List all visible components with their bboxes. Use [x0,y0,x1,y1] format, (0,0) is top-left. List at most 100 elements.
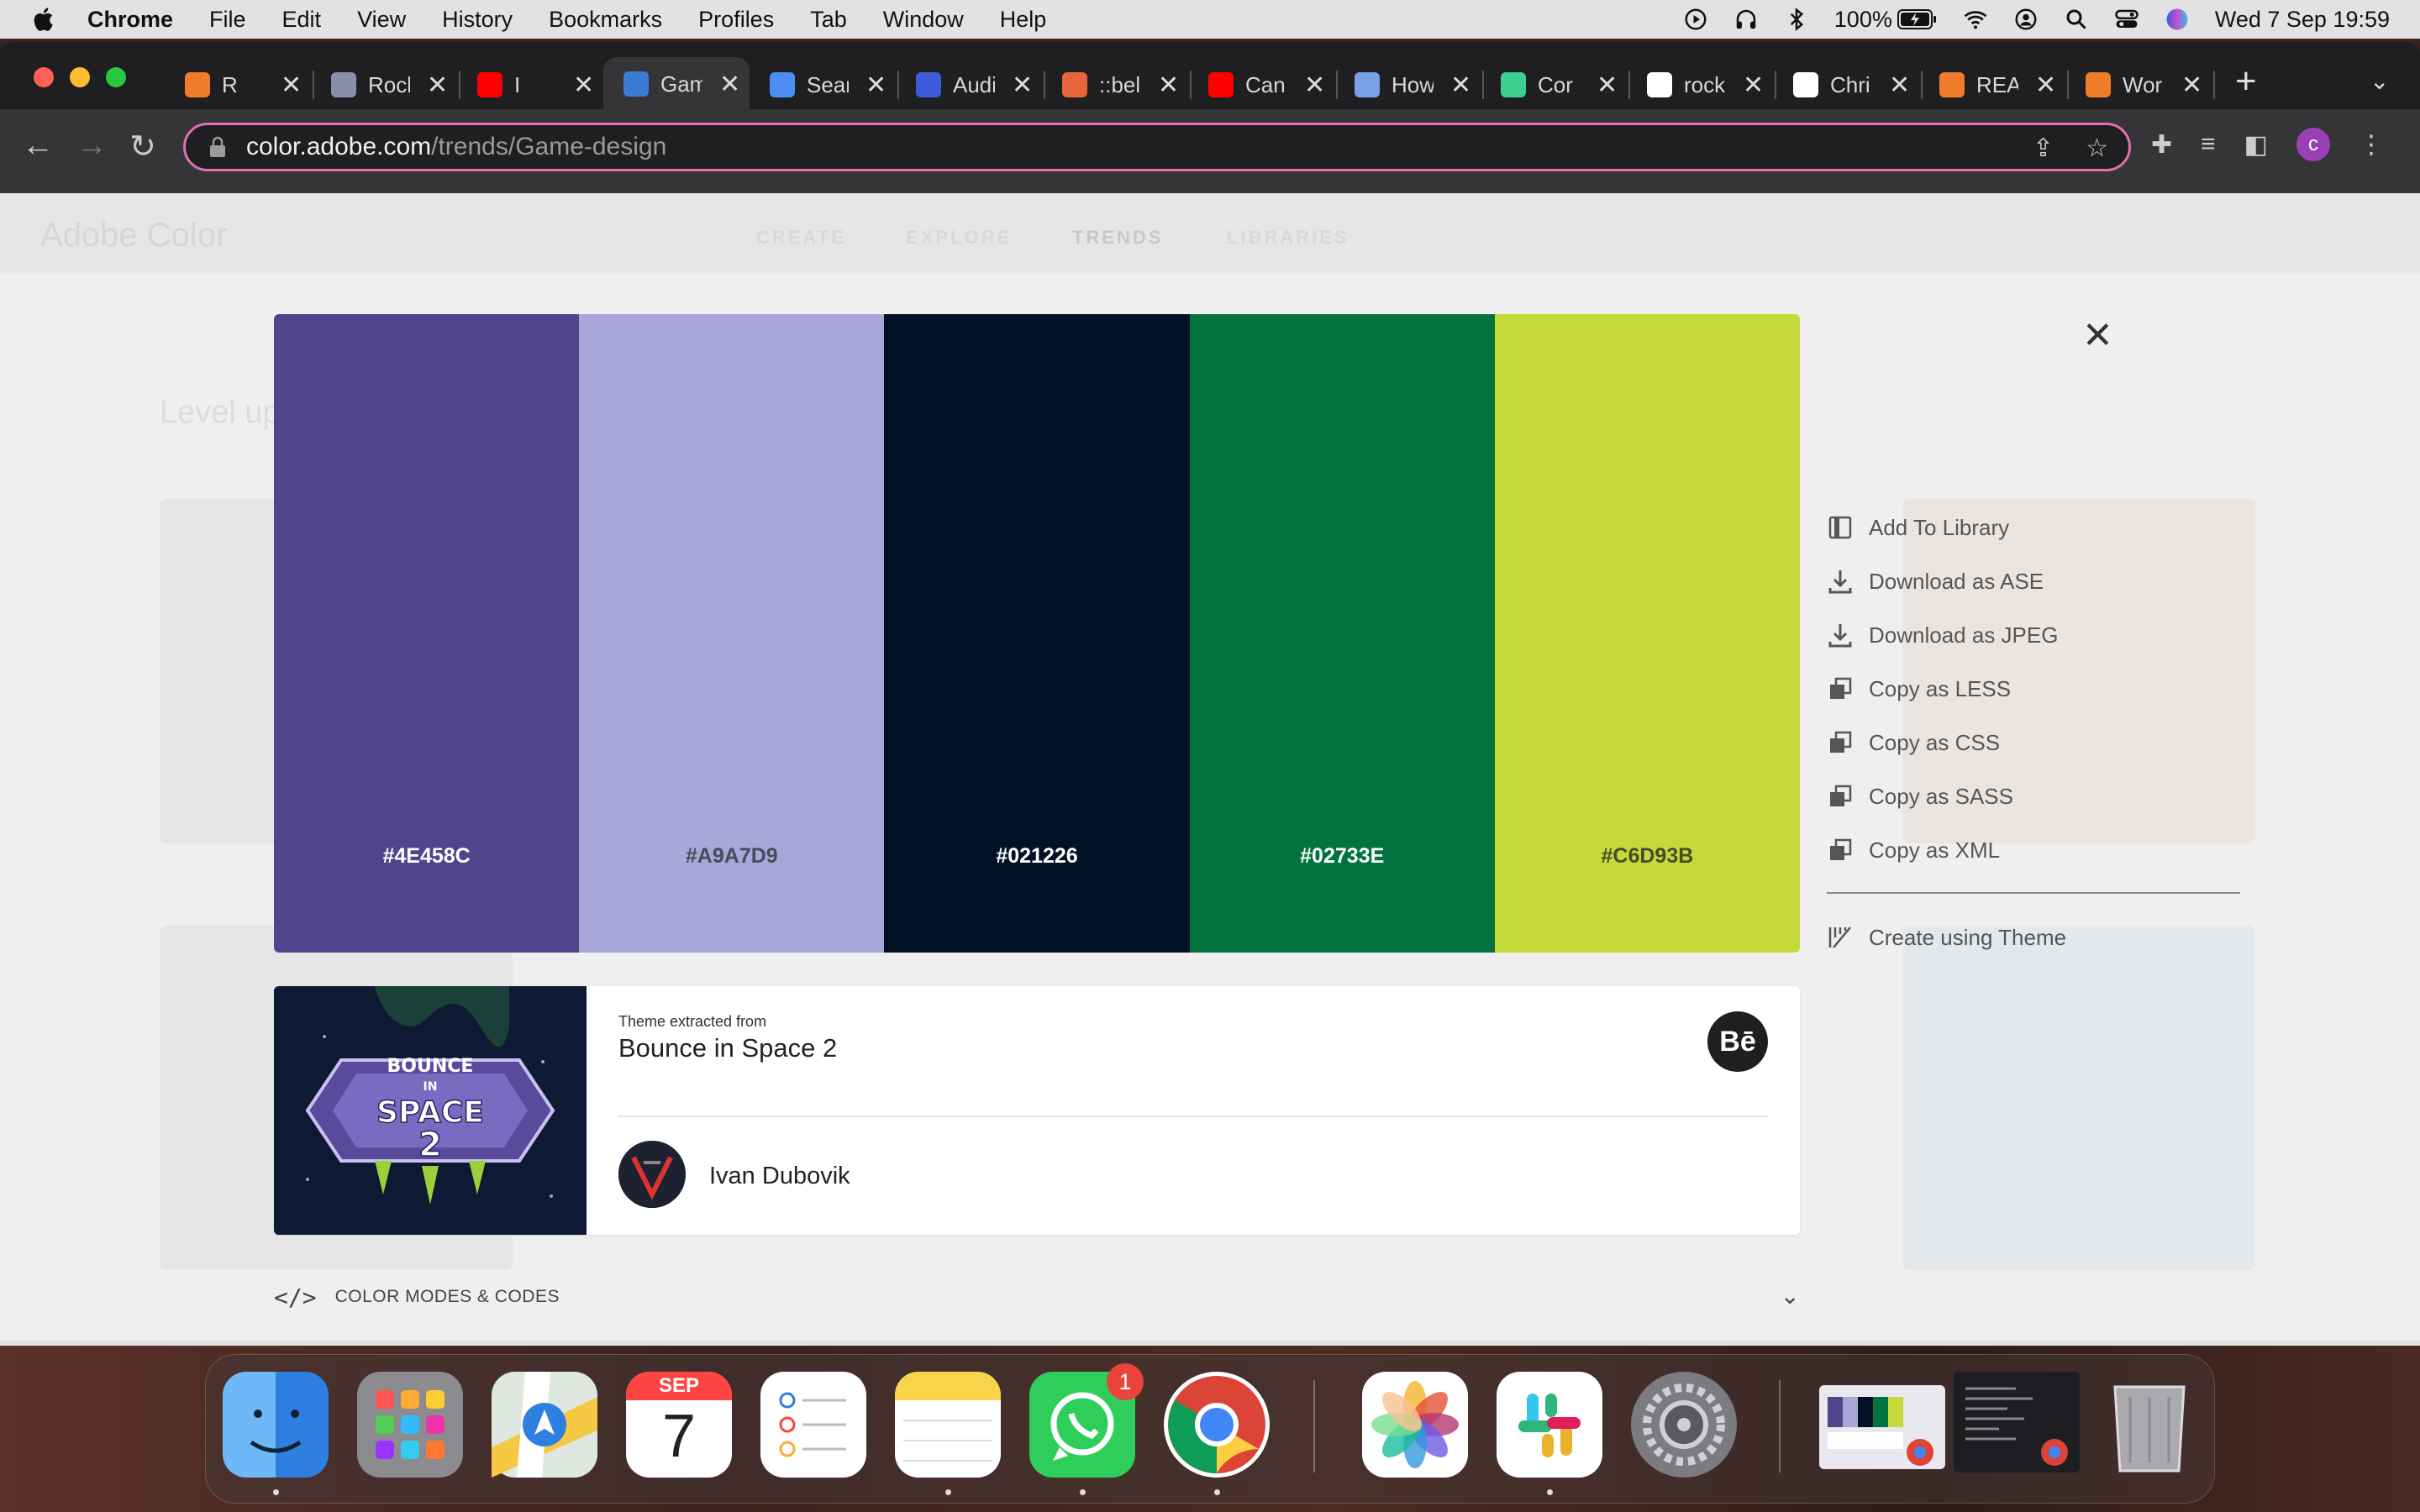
menu-app-name[interactable]: Chrome [87,7,173,33]
new-tab-button[interactable]: + [2235,60,2257,102]
tab-close-icon[interactable]: ✕ [865,71,886,100]
url-text[interactable]: color.adobe.com/trends/Game-design [246,133,666,161]
launchpad-icon[interactable] [357,1372,463,1478]
add-to-library-button[interactable]: Add To Library [1827,501,2240,554]
menu-window[interactable]: Window [883,7,964,33]
profile-avatar[interactable]: c [2296,128,2331,161]
tab-close-icon[interactable]: ✕ [2035,71,2056,100]
color-swatch[interactable]: #021226 [884,314,1190,953]
project-title[interactable]: Bounce in Space 2 [618,1033,837,1063]
swatch-hex[interactable]: #4E458C [274,844,579,869]
tab-close-icon[interactable]: ✕ [1450,71,1471,100]
tab[interactable]: Cor ✕ [1481,59,1630,111]
side-panel-icon[interactable]: ◧ [2244,130,2268,160]
tab[interactable]: ::bel ✕ [1042,59,1192,111]
swatch-hex[interactable]: #021226 [884,844,1189,869]
color-modes-toggle[interactable]: </> COLOR MODES & CODES ⌄ [274,1280,1800,1314]
swatch-hex[interactable]: #C6D93B [1495,844,1800,869]
reminders-icon[interactable] [760,1372,866,1478]
apple-icon[interactable] [30,5,59,34]
color-swatch[interactable]: #4E458C [274,314,580,953]
tab-close-icon[interactable]: ✕ [1889,71,1910,100]
tab[interactable]: Audi ✕ [896,59,1045,111]
tab-close-icon[interactable]: ✕ [1304,71,1325,100]
chrome-menu-icon[interactable]: ⋮ [2359,130,2384,160]
lock-icon[interactable] [208,136,228,158]
tab[interactable]: How ✕ [1334,59,1484,111]
minimized-window-thumbnail[interactable] [1954,1372,2080,1473]
menu-help[interactable]: Help [1000,7,1047,33]
nav-trends[interactable]: TRENDS [1072,227,1163,249]
tab[interactable]: Wor ✕ [2065,59,2215,111]
nav-create[interactable]: CREATE [756,227,846,249]
headphones-icon[interactable] [1733,7,1759,32]
back-arrow-icon[interactable]: ← [22,128,54,164]
chrome-icon[interactable] [1164,1372,1270,1478]
bluetooth-icon[interactable] [1784,7,1809,32]
zoom-window-button[interactable] [106,67,126,87]
swatch-hex[interactable]: #A9A7D9 [579,844,884,869]
minimized-window-thumbnail[interactable] [1819,1385,1945,1469]
system-preferences-icon[interactable] [1631,1372,1737,1478]
copy-xml-button[interactable]: Copy as XML [1827,823,2240,877]
behance-icon[interactable]: Bē [1707,1011,1768,1072]
tab-close-icon[interactable]: ✕ [1012,71,1033,100]
tab-close-icon[interactable]: ✕ [281,71,302,100]
copy-css-button[interactable]: Copy as CSS [1827,716,2240,769]
menu-view[interactable]: View [357,7,406,33]
tab-search-chevron-icon[interactable]: ⌄ [2370,67,2389,95]
copy-less-button[interactable]: Copy as LESS [1827,662,2240,716]
chevron-down-icon[interactable]: ⌄ [1781,1282,1800,1310]
tab-close-icon[interactable]: ✕ [1158,71,1179,100]
battery-status[interactable]: 100% [1834,7,1938,33]
photos-icon[interactable] [1362,1372,1468,1478]
nav-explore[interactable]: EXPLORE [906,227,1012,249]
spotlight-search-icon[interactable] [2064,7,2089,32]
calendar-icon[interactable]: SEP 7 [626,1372,732,1478]
project-thumbnail[interactable]: BOUNCE IN SPACE 2 [274,986,587,1235]
menu-edit[interactable]: Edit [282,7,322,33]
tab[interactable]: REA ✕ [1919,59,2069,111]
copy-sass-button[interactable]: Copy as SASS [1827,769,2240,823]
tab[interactable]: rock ✕ [1627,59,1776,111]
media-controls-icon[interactable]: ≡ [2201,130,2216,159]
bookmark-star-icon[interactable]: ☆ [2086,134,2108,163]
tab[interactable]: R ✕ [165,59,314,111]
control-center-icon[interactable] [2114,7,2139,32]
play-circle-icon[interactable] [1683,7,1708,32]
create-using-theme-button[interactable]: Create using Theme [1827,911,2240,964]
adobe-color-logo[interactable]: Adobe Color [40,217,227,255]
tab-close-icon[interactable]: ✕ [719,70,740,99]
menu-history[interactable]: History [442,7,513,33]
tab-close-icon[interactable]: ✕ [2181,71,2202,100]
tab-close-icon[interactable]: ✕ [427,71,448,100]
author-avatar[interactable] [618,1141,686,1208]
wifi-icon[interactable] [1963,7,1988,32]
reload-icon[interactable]: ↻ [129,128,156,165]
tab[interactable]: Chri ✕ [1773,59,1923,111]
tab-close-icon[interactable]: ✕ [573,71,594,100]
menu-file[interactable]: File [209,7,246,33]
slack-icon[interactable] [1497,1372,1602,1478]
maps-icon[interactable] [492,1372,597,1478]
menu-bookmarks[interactable]: Bookmarks [549,7,662,33]
author-name[interactable]: Ivan Dubovik [709,1163,850,1190]
nav-libraries[interactable]: LIBRARIES [1227,227,1349,249]
color-swatch[interactable]: #A9A7D9 [579,314,885,953]
tab[interactable]: Rocl ✕ [311,59,460,111]
color-swatch[interactable]: #C6D93B [1494,314,1800,953]
share-icon[interactable]: ⇪ [2033,134,2054,163]
tab[interactable]: Can ✕ [1188,59,1338,111]
extensions-puzzle-icon[interactable]: ✚ [2151,130,2172,160]
siri-icon[interactable] [2165,7,2190,32]
tab-close-icon[interactable]: ✕ [1597,71,1618,100]
finder-icon[interactable] [223,1372,329,1478]
tab[interactable]: I ✕ [457,59,603,111]
download-ase-button[interactable]: Download as ASE [1827,554,2240,608]
forward-arrow-icon[interactable]: → [76,128,108,164]
notes-icon[interactable] [895,1372,1001,1478]
clock[interactable]: Wed 7 Sep 19:59 [2215,7,2390,33]
download-jpeg-button[interactable]: Download as JPEG [1827,608,2240,662]
tab[interactable]: Sear ✕ [750,59,899,111]
minimize-window-button[interactable] [70,67,90,87]
